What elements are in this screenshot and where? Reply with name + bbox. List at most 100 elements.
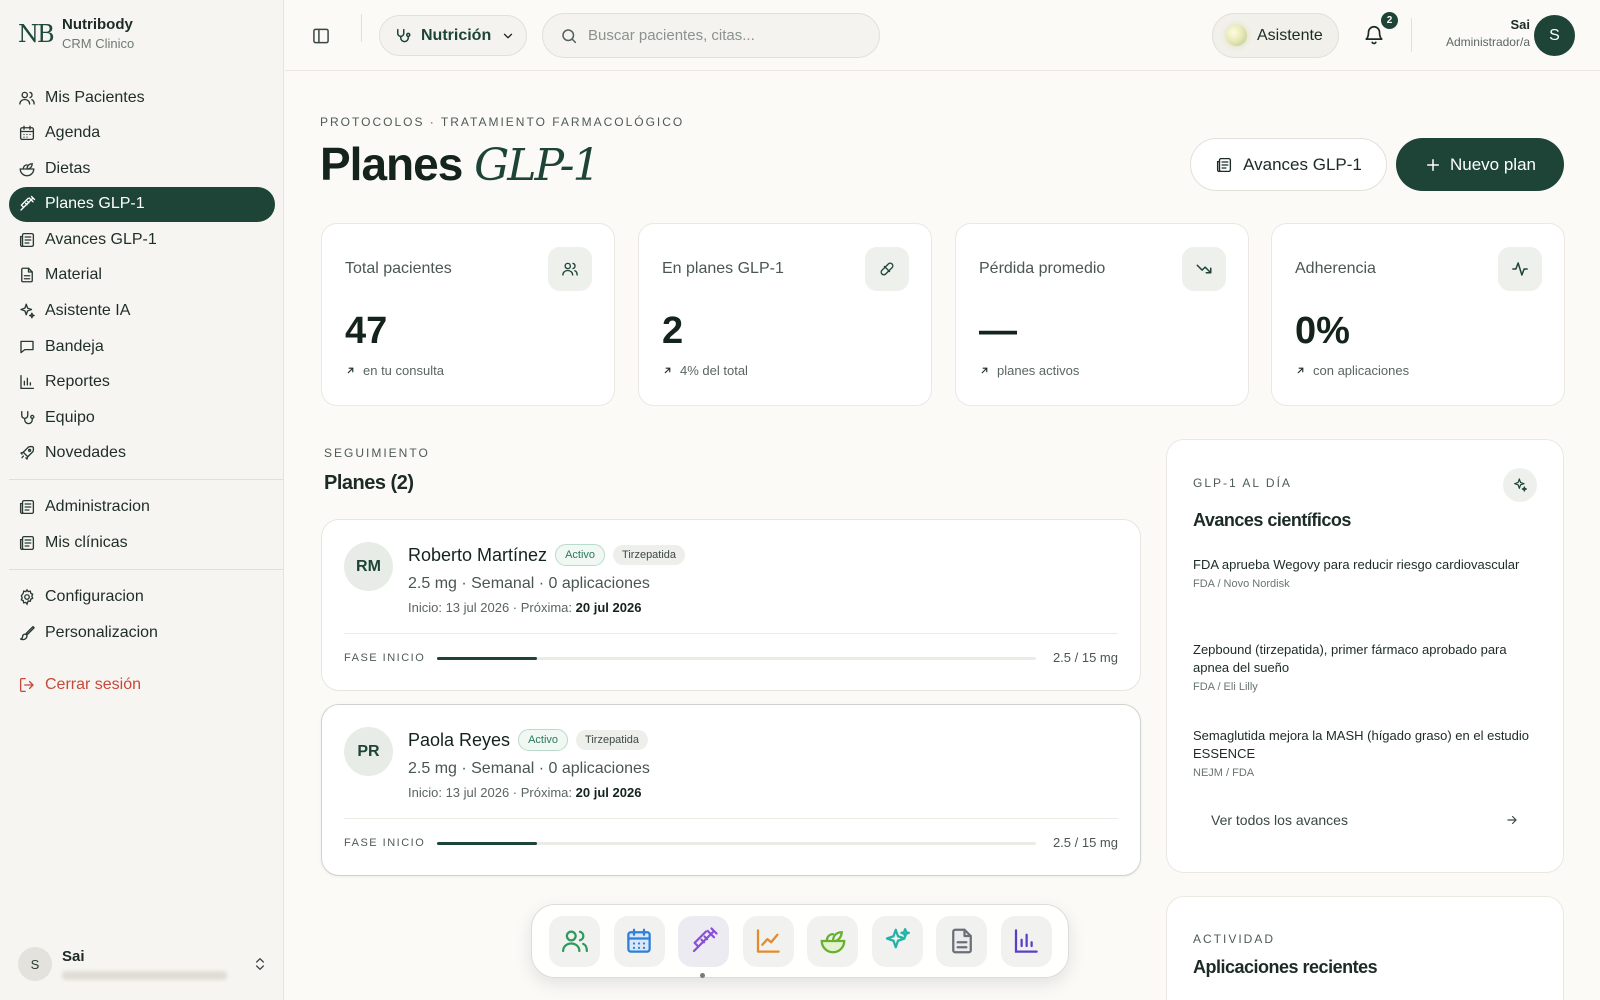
new-plan-button[interactable]: Nuevo plan [1396,138,1564,191]
news-item-source: FDA / Eli Lilly [1193,681,1258,693]
sidebar-item-label: Administracion [45,498,150,516]
stat-icon-box [548,247,592,291]
dock-item-material[interactable] [936,915,987,967]
sparkles-icon [1514,478,1527,492]
sidebar-item-avances-glp1[interactable]: Avances GLP-1 [9,222,275,257]
sidebar-user[interactable]: S Sai [18,946,268,982]
plan-header: Paola Reyes Activo Tirzepatida [408,729,649,751]
sidebar-item-label: Configuracion [45,588,144,606]
logout-button[interactable]: Cerrar sesión [9,668,275,703]
sidebar-item-asistente-ia[interactable]: Asistente IA [9,294,275,329]
sidebar-item-label: Reportes [45,373,110,391]
sidebar-divider [9,478,284,480]
plan-card[interactable]: RM Roberto Martínez Activo Tirzepatida 2… [321,519,1141,691]
brand-name: Nutribody [62,16,133,33]
stat-card-en-planes: En planes GLP-1 2 4% del total [638,223,932,406]
status-badge: Activo [555,544,606,566]
newspaper-icon [1217,157,1232,172]
topbar-divider [361,14,362,42]
document-icon [21,268,33,283]
plan-dose: 2.5 mg · Semanal · 0 aplicaciones [408,760,650,777]
news-item[interactable]: Semaglutida mejora la MASH (hígado graso… [1193,727,1538,779]
newspaper-icon [19,535,35,551]
avatar[interactable]: S [1534,15,1575,56]
sidebar-item-administracion[interactable]: Administracion [9,490,275,525]
plan-phase: FASE INICIO [344,652,426,664]
avances-glp1-button[interactable]: Avances GLP-1 [1190,138,1387,191]
sidebar-item-bandeja[interactable]: Bandeja [9,329,275,364]
new-plan-label: Nuevo plan [1449,154,1536,174]
plan-divider [344,633,1118,634]
plus-icon [1426,158,1439,171]
bar-chart-icon [20,375,35,390]
sidebar-item-label: Mis Pacientes [45,88,145,106]
search-box[interactable] [542,13,880,58]
assistant-orb-icon [1226,25,1247,46]
logout-icon [19,678,34,693]
sidebar-item-material[interactable]: Material [9,258,275,293]
news-item-source: NEJM / FDA [1193,767,1255,779]
sidebar-divider [9,568,284,570]
dock-item-dietas[interactable] [807,915,858,967]
sidebar-item-label: Bandeja [45,337,104,355]
topbar-user[interactable]: Sai Administrador/a [1420,17,1530,49]
sidebar-toggle-icon[interactable] [311,26,331,46]
sidebar-item-equipo[interactable]: Equipo [9,400,275,435]
stat-value: 0% [1295,310,1350,352]
see-all-news-link[interactable]: Ver todos los avances [1211,812,1519,828]
sidebar-item-reportes[interactable]: Reportes [9,365,275,400]
page-eyebrow: PROTOCOLOS · TRATAMIENTO FARMACOLÓGICO [320,115,685,129]
plan-dates: Inicio: 13 jul 2026 · Próxima: 20 jul 20… [408,600,641,615]
search-input[interactable] [588,27,858,44]
line-chart-icon [756,929,780,953]
dock-item-glp1[interactable] [678,915,729,967]
page-title: Planes GLP-1 [320,137,601,191]
news-item[interactable]: Zepbound (tirzepatida), primer fármaco a… [1193,641,1538,693]
plan-card[interactable]: PR Paola Reyes Activo Tirzepatida 2.5 mg… [321,704,1141,876]
plan-progress-bar [437,657,1036,660]
sidebar-item-mis-clinicas[interactable]: Mis clínicas [9,526,275,561]
specialty-select[interactable]: Nutrición [379,15,527,56]
brand-subtitle: CRM Clinico [62,36,135,51]
assistant-button[interactable]: Asistente [1212,13,1339,58]
plan-patient-name: Paola Reyes [408,729,511,750]
rocket-icon [20,446,35,461]
stat-subtext-label: planes activos [997,363,1080,378]
sidebar-item-label: Material [45,266,102,284]
sidebar-item-planes-glp1[interactable]: Planes GLP-1 [9,186,275,222]
brand[interactable]: NB Nutribody CRM Clinico [18,16,134,51]
news-icon-box [1503,468,1537,502]
sidebar-item-mis-pacientes[interactable]: Mis Pacientes [9,80,275,115]
stat-subtext: planes activos [979,363,1079,378]
dock-item-asistente[interactable] [871,915,923,967]
search-icon [562,28,577,43]
bell-icon[interactable] [1363,24,1385,46]
sidebar-user-email-redacted [62,971,227,980]
users-icon [19,91,35,105]
dock-item-agenda[interactable] [613,915,665,967]
sidebar-item-dietas[interactable]: Dietas [9,151,275,186]
sidebar-item-agenda[interactable]: Agenda [9,116,275,151]
topbar-user-role: Administrador/a [1445,35,1530,49]
sidebar-item-label: Mis clínicas [45,534,128,552]
stat-value: — [979,310,1017,352]
sidebar-item-configuracion[interactable]: Configuracion [9,580,275,615]
dock-item-reportes[interactable] [1000,915,1052,967]
stat-subtext-label: 4% del total [680,363,748,378]
stat-icon-box [1498,247,1542,291]
chevrons-up-down-icon[interactable] [252,956,268,972]
news-title: Avances científicos [1193,510,1351,530]
see-all-news-label: Ver todos los avances [1211,812,1348,828]
status-badge: Activo [518,729,569,751]
stat-label: Pérdida promedio [979,260,1106,277]
news-item[interactable]: FDA aprueba Wegovy para reducir riesgo c… [1193,556,1538,590]
dock-item-pacientes[interactable] [549,915,600,967]
sidebar-item-novedades[interactable]: Novedades [9,436,275,471]
activity-title: Aplicaciones recientes [1193,957,1378,977]
sidebar-nav: Mis Pacientes Agenda Dietas Planes GLP-1… [9,80,284,703]
stat-label: En planes GLP-1 [662,260,784,277]
pill-icon [880,262,894,276]
plan-start-label: Inicio: 13 jul 2026 · Próxima: [408,600,573,615]
sidebar-item-personalizacion[interactable]: Personalizacion [9,615,275,650]
dock-item-progreso[interactable] [742,915,794,967]
